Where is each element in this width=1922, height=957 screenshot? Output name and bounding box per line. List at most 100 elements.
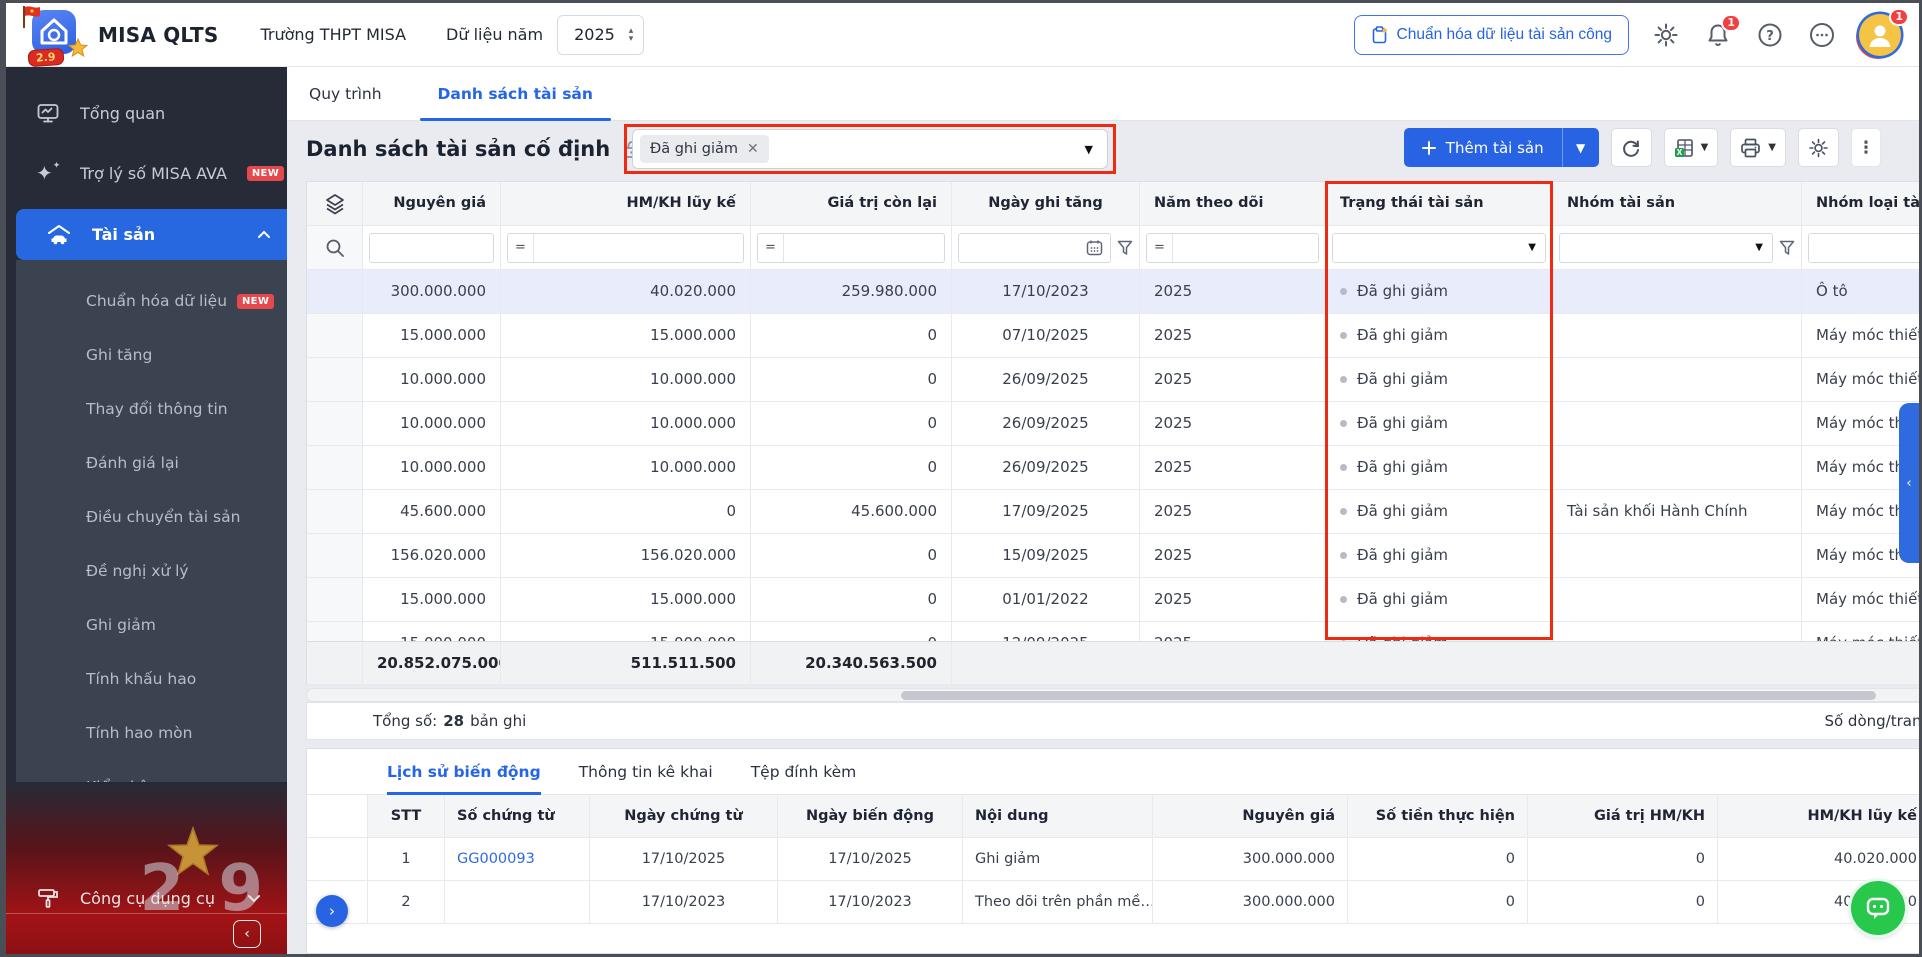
tab-asset-list[interactable]: Danh sách tài sản [432,67,599,121]
sidebar-item-tools[interactable]: Công cụ dụng cụ [6,886,287,910]
org-name[interactable]: Trường THPT MISA [260,25,406,44]
filter-input-nam-theo-doi[interactable]: = [1146,233,1319,263]
filter-input-nguyen-gia[interactable] [369,233,494,263]
column-header[interactable]: Giá trị HM/KH [1527,795,1717,838]
table-row[interactable]: 156.020.000156.020.000015/09/20252025Đã … [307,534,1922,578]
export-excel-button[interactable]: X ▼ [1664,128,1719,167]
year-stepper-arrows[interactable]: ▴▾ [629,27,634,43]
column-header-gutter[interactable] [307,182,363,226]
filter-caret-icon[interactable]: ▼ [1085,143,1093,156]
chip-close-icon[interactable]: ✕ [747,141,759,157]
column-header[interactable]: Trạng thái tài sản [1326,182,1553,226]
column-header[interactable]: Nguyên giá [363,182,501,226]
caret-down-icon: ▼ [1528,226,1536,269]
detail-table-row[interactable]: 1GG00009317/10/202517/10/2025Ghi giảm300… [307,838,1922,881]
avatar[interactable]: 1 [1859,14,1901,56]
column-header[interactable]: Nội dung [962,795,1152,838]
column-header[interactable]: Nhóm loại tài sản [1802,182,1922,226]
more-button[interactable] [1807,20,1837,50]
year-stepper[interactable]: 2025 ▴▾ [557,15,644,55]
sidebar-subitem[interactable]: Ghi tăng [16,328,287,382]
expand-detail-button[interactable]: › [316,895,348,927]
column-header[interactable]: Năm theo dõi [1140,182,1326,226]
sidebar-collapse-button[interactable]: ‹ [233,920,261,948]
scrollbar-thumb[interactable] [901,691,1876,700]
table-row[interactable]: 15.000.00015.000.000012/09/20252025Đã gh… [307,622,1922,641]
horizontal-scrollbar[interactable] [306,688,1922,702]
table-cell: Máy móc thiết bị [1802,622,1922,641]
sidebar-subitem-label: Tính khấu hao [86,670,196,688]
right-panel-collapse-button[interactable]: ‹ [1899,403,1919,563]
table-cell: 07/10/2025 [952,314,1140,358]
table-row[interactable]: 15.000.00015.000.000007/10/20252025Đã gh… [307,314,1922,358]
equals-operator[interactable]: = [508,234,534,262]
filter-input-gia-tri-con-lai[interactable]: = [757,233,945,263]
add-asset-caret-button[interactable]: ▼ [1562,128,1599,167]
notifications-button[interactable]: 1 [1703,20,1733,50]
filter-funnel-icon[interactable] [1779,240,1795,256]
add-asset-button[interactable]: Thêm tài sản [1404,128,1562,167]
tab-attachments[interactable]: Tệp đính kèm [751,749,857,795]
filter-input-hmkh[interactable]: = [507,233,744,263]
grid-settings-button[interactable] [1798,128,1839,167]
column-header[interactable]: Nguyên giá [1152,795,1347,838]
detail-table-row[interactable]: 217/10/202317/10/2023Theo dõi trên phần … [307,881,1922,924]
sidebar-subitem[interactable]: Chuẩn hóa dữ liệuNEW [16,274,287,328]
caret-down-icon: ▼ [1701,142,1709,153]
tab-process[interactable]: Quy trình [303,67,388,121]
normalize-data-button[interactable]: Chuẩn hóa dữ liệu tài sản công [1354,15,1629,55]
status-filter-control[interactable]: Đã ghi giảm ✕ ▼ [632,129,1108,169]
column-header[interactable]: STT [367,795,444,838]
voucher-link[interactable]: GG000093 [457,851,535,867]
column-header[interactable]: Số tiền thực hiện [1347,795,1527,838]
step-down-icon[interactable]: ▾ [629,35,634,43]
column-header[interactable]: HM/KH lũy kế [501,182,751,226]
sidebar-subitem[interactable]: Tính khấu hao [16,652,287,706]
equals-operator[interactable]: = [758,234,784,262]
table-cell [1553,622,1802,641]
filter-select-trang-thai[interactable]: ▼ [1332,233,1546,263]
sidebar-subitem[interactable]: Đề nghị xử lý [16,544,287,598]
tab-history[interactable]: Lịch sử biến động [387,749,541,795]
column-header[interactable]: Ngày biến động [777,795,962,838]
sidebar-subitem[interactable]: Đánh giá lại [16,436,287,490]
table-row[interactable]: 10.000.00010.000.000026/09/20252025Đã gh… [307,446,1922,490]
equals-operator[interactable]: = [1147,234,1173,262]
table-row[interactable]: 15.000.00015.000.000001/01/20222025Đã gh… [307,578,1922,622]
column-header[interactable]: Ngày ghi tăng [952,182,1140,226]
kebab-menu-button[interactable]: ⋮ [1851,128,1881,167]
sidebar-subitem[interactable]: Ghi giảm [16,598,287,652]
column-header[interactable]: Giá trị còn lại [751,182,952,226]
tab-declaration[interactable]: Thông tin kê khai [579,749,713,795]
sidebar-item-assets[interactable]: Tài sản [16,209,287,260]
sidebar-subitem[interactable]: Thay đổi thông tin [16,382,287,436]
table-row[interactable]: 300.000.00040.020.000259.980.00017/10/20… [307,270,1922,314]
filter-input-nhom-loai[interactable] [1808,233,1922,263]
column-header[interactable]: Ngày chứng từ [589,795,777,838]
filter-input-ngay-ghi-tang[interactable] [958,233,1111,263]
filter-funnel-icon[interactable] [1117,240,1133,256]
sidebar-item-ava[interactable]: ✦✦ Trợ lý số MISA AVA NEW [6,149,287,197]
refresh-button[interactable] [1611,128,1652,167]
help-button[interactable]: ? [1755,20,1785,50]
filter-chip[interactable]: Đã ghi giảm ✕ [640,135,769,163]
page-size-label[interactable]: Số dòng/trang [1824,712,1922,730]
column-header[interactable]: Nhóm tài sản [1553,182,1802,226]
filter-gutter[interactable] [307,226,363,270]
sidebar-subitem-label: Ghi giảm [86,616,156,634]
sidebar-item-overview[interactable]: Tổng quan [6,89,287,137]
column-header[interactable]: HM/KH lũy kế [1717,795,1922,838]
table-row[interactable]: 45.600.000045.600.00017/09/20252025Đã gh… [307,490,1922,534]
chat-widget-button[interactable] [1851,881,1905,935]
column-header[interactable]: Số chứng từ [444,795,589,838]
sidebar-subitem[interactable]: Điều chuyển tài sản [16,490,287,544]
sidebar-subitem[interactable]: Tính hao mòn [16,706,287,760]
print-button[interactable]: ▼ [1730,128,1786,167]
table-row[interactable]: 10.000.00010.000.000026/09/20252025Đã gh… [307,402,1922,446]
summary-gutter [307,641,363,685]
table-row[interactable]: 10.000.00010.000.000026/09/20252025Đã gh… [307,358,1922,402]
app-logo[interactable]: 2.9 [22,6,84,64]
calendar-icon[interactable] [1086,239,1103,256]
filter-select-nhom-tai-san[interactable]: ▼ [1559,233,1773,263]
settings-button[interactable] [1651,20,1681,50]
